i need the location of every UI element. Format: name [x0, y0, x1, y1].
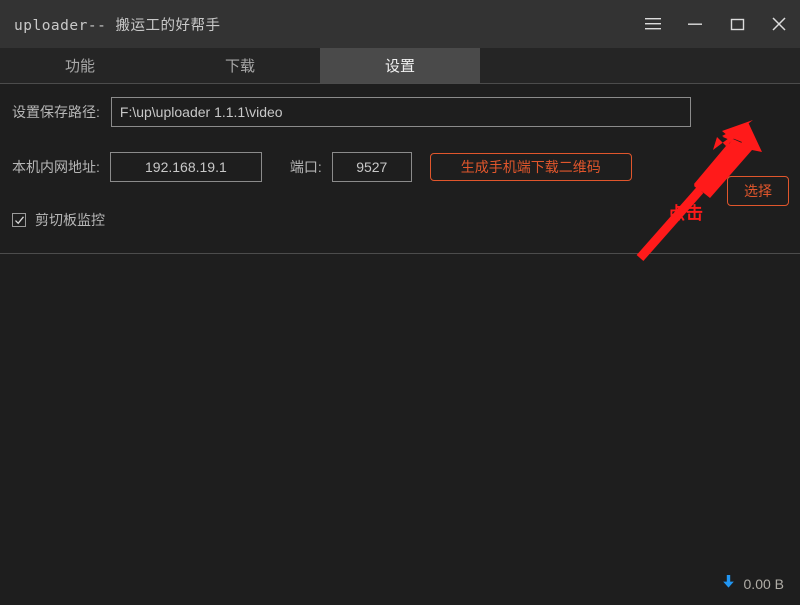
select-folder-button[interactable]: 选择 — [727, 176, 789, 206]
content-area — [0, 254, 800, 600]
tab-downloads[interactable]: 下载 — [160, 48, 320, 83]
lan-address-input[interactable] — [109, 152, 262, 182]
clipboard-monitor-checkbox[interactable]: 剪切板监控 — [12, 210, 105, 230]
save-path-input[interactable] — [110, 97, 691, 127]
checkbox-box — [12, 213, 26, 227]
download-arrow-icon — [722, 574, 735, 594]
save-path-row: 设置保存路径: — [12, 97, 691, 127]
window-title: uploader-- 搬运工的好帮手 — [14, 17, 221, 34]
save-path-label: 设置保存路径: — [12, 104, 100, 120]
tab-settings[interactable]: 设置 — [320, 48, 480, 83]
clipboard-monitor-row: 剪切板监控 — [12, 210, 105, 230]
hamburger-menu-button[interactable] — [632, 0, 674, 48]
select-folder-button-label: 选择 — [744, 183, 772, 199]
generate-qr-button-label: 生成手机端下载二维码 — [460, 159, 601, 175]
close-button[interactable] — [758, 0, 800, 48]
close-icon — [771, 16, 787, 32]
minimize-button[interactable] — [674, 0, 716, 48]
port-input[interactable] — [331, 152, 412, 182]
clipboard-monitor-label: 剪切板监控 — [35, 212, 105, 228]
tab-bar: 功能 下载 设置 — [0, 48, 800, 83]
status-bar: 0.00 B — [722, 574, 784, 594]
minimize-icon — [687, 17, 703, 31]
network-row: 本机内网地址: 端口: 生成手机端下载二维码 — [12, 152, 632, 182]
tab-features-label: 功能 — [64, 58, 95, 75]
title-bar: uploader-- 搬运工的好帮手 — [0, 0, 800, 48]
window-controls — [632, 0, 800, 48]
application-window: uploader-- 搬运工的好帮手 功能 下载 设置 设置保存路径: F:\u… — [0, 0, 800, 600]
tab-features[interactable]: 功能 — [0, 48, 160, 83]
tab-downloads-label: 下载 — [224, 58, 255, 75]
maximize-icon — [730, 17, 745, 32]
generate-qr-button[interactable]: 生成手机端下载二维码 — [429, 153, 632, 181]
tab-settings-label: 设置 — [384, 58, 415, 75]
maximize-button[interactable] — [716, 0, 758, 48]
lan-address-label: 本机内网地址: — [12, 159, 100, 175]
hamburger-menu-icon — [644, 17, 662, 31]
port-label: 端口: — [289, 159, 322, 175]
download-speed-text: 0.00 B — [743, 576, 784, 592]
settings-panel: 设置保存路径: 选择 本机内网地址: 端口: 生成手机端下载二维码 — [0, 84, 800, 253]
